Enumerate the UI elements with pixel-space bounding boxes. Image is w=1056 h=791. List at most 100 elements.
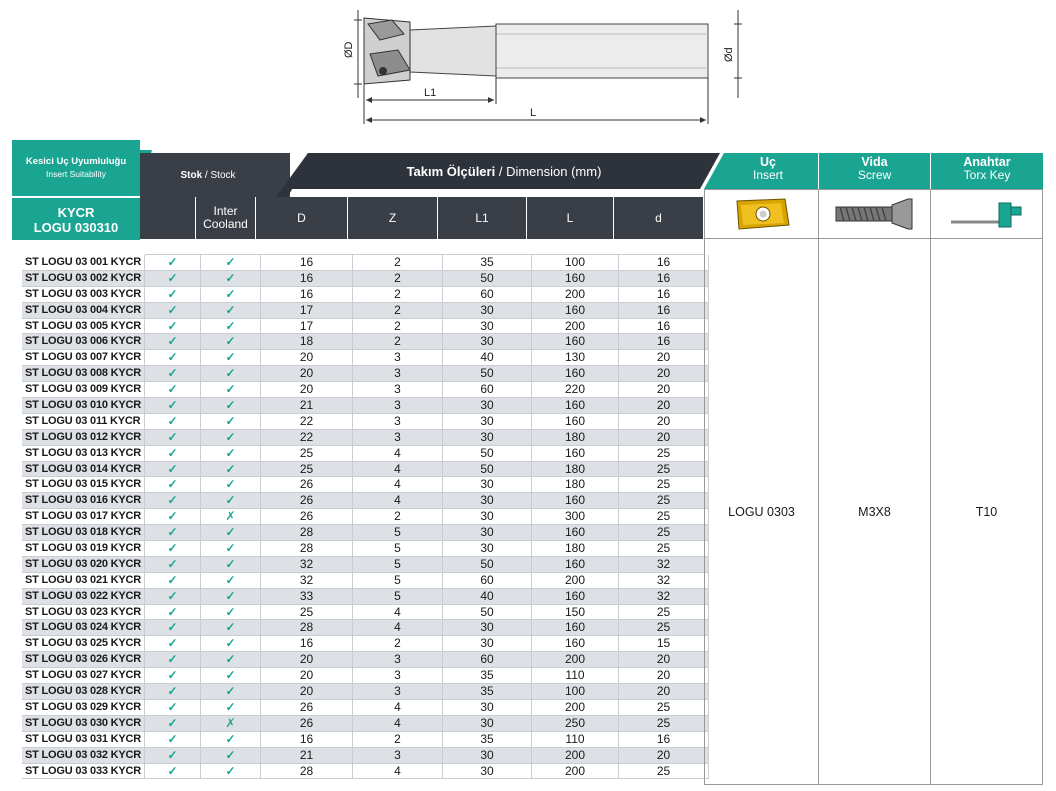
cell-d: 25 xyxy=(619,763,709,780)
cell-L: 250 xyxy=(532,715,619,732)
cell-L1: 30 xyxy=(443,509,532,526)
cell-Z: 4 xyxy=(353,620,443,637)
stock-cell: ✓ xyxy=(145,350,201,367)
stock-cell: ✓ xyxy=(145,715,201,732)
series-line1: KYCR xyxy=(57,205,95,220)
cell-L: 200 xyxy=(532,699,619,716)
cell-D: 16 xyxy=(261,636,353,653)
cell-d: 15 xyxy=(619,636,709,653)
col-cooland: Inter Cooland xyxy=(196,197,256,239)
cell-Z: 3 xyxy=(353,398,443,414)
table-row: ST LOGU 03 012 KYCR ✓ ✓ 22 3 30 180 20 xyxy=(22,429,709,446)
product-code: ST LOGU 03 011 KYCR xyxy=(22,413,145,430)
cell-L1: 30 xyxy=(443,699,532,716)
label-L1: L1 xyxy=(424,87,436,99)
table-top-spacer xyxy=(145,239,704,255)
product-code: ST LOGU 03 026 KYCR xyxy=(22,652,145,669)
table-row: ST LOGU 03 004 KYCR ✓ ✓ 17 2 30 160 16 xyxy=(22,302,709,319)
cell-L1: 30 xyxy=(443,334,532,351)
series-line2: LOGU 030310 xyxy=(33,220,119,235)
cooland-cell: ✓ xyxy=(201,302,261,319)
stock-cell: ✓ xyxy=(145,652,201,669)
cell-d: 20 xyxy=(619,382,709,399)
table-row: ST LOGU 03 021 KYCR ✓ ✓ 32 5 60 200 32 xyxy=(22,572,709,589)
cell-d: 16 xyxy=(619,255,709,271)
table-row: ST LOGU 03 025 KYCR ✓ ✓ 16 2 30 160 15 xyxy=(22,636,709,653)
cell-D: 20 xyxy=(261,350,353,367)
cell-d: 20 xyxy=(619,429,709,446)
insert-en: Insert xyxy=(752,168,783,182)
cooland-cell: ✓ xyxy=(201,350,261,367)
cell-Z: 2 xyxy=(353,302,443,319)
cell-D: 28 xyxy=(261,525,353,542)
product-code: ST LOGU 03 012 KYCR xyxy=(22,429,145,446)
product-code: ST LOGU 03 002 KYCR xyxy=(22,270,145,287)
cell-D: 26 xyxy=(261,699,353,716)
cell-L1: 50 xyxy=(443,270,532,287)
cell-Z: 3 xyxy=(353,429,443,446)
stock-cell: ✓ xyxy=(145,525,201,542)
insert-value: LOGU 0303 xyxy=(704,239,819,785)
cell-Z: 3 xyxy=(353,366,443,383)
cooland-cell: ✓ xyxy=(201,668,261,685)
cell-Z: 4 xyxy=(353,715,443,732)
table-row: ST LOGU 03 023 KYCR ✓ ✓ 25 4 50 150 25 xyxy=(22,604,709,621)
cell-Z: 3 xyxy=(353,413,443,430)
cell-L: 100 xyxy=(532,684,619,700)
table-row: ST LOGU 03 010 KYCR ✓ ✓ 21 3 30 160 20 xyxy=(22,398,709,414)
key-value: T10 xyxy=(930,239,1043,785)
cooland-cell: ✓ xyxy=(201,270,261,287)
cooland-cell: ✓ xyxy=(201,255,261,271)
cell-Z: 3 xyxy=(353,350,443,367)
screw-en: Screw xyxy=(857,168,892,182)
cell-d: 20 xyxy=(619,747,709,764)
product-code: ST LOGU 03 029 KYCR xyxy=(22,699,145,716)
cell-L: 180 xyxy=(532,541,619,557)
col-L: L xyxy=(527,197,614,239)
col-stock xyxy=(140,197,196,239)
cell-D: 28 xyxy=(261,763,353,780)
stock-cell: ✓ xyxy=(145,302,201,319)
cell-L1: 50 xyxy=(443,461,532,478)
table-row: ST LOGU 03 031 KYCR ✓ ✓ 16 2 35 110 16 xyxy=(22,731,709,748)
suitability-title: Kesici Uç Uyumluluğu xyxy=(25,156,127,167)
cooland-cell: ✓ xyxy=(201,684,261,700)
insert-image xyxy=(704,189,819,239)
table-row: ST LOGU 03 024 KYCR ✓ ✓ 28 4 30 160 25 xyxy=(22,620,709,637)
cell-L1: 30 xyxy=(443,620,532,637)
table-row: ST LOGU 03 016 KYCR ✓ ✓ 26 4 30 160 25 xyxy=(22,493,709,510)
cell-L1: 50 xyxy=(443,556,532,573)
cooland-cell: ✓ xyxy=(201,334,261,351)
product-code: ST LOGU 03 017 KYCR xyxy=(22,509,145,526)
stock-cell: ✓ xyxy=(145,747,201,764)
table-row: ST LOGU 03 003 KYCR ✓ ✓ 16 2 60 200 16 xyxy=(22,286,709,303)
cell-d: 16 xyxy=(619,302,709,319)
cell-L: 160 xyxy=(532,588,619,605)
cell-d: 25 xyxy=(619,461,709,478)
cell-D: 32 xyxy=(261,572,353,589)
stock-cell: ✓ xyxy=(145,493,201,510)
cell-d: 32 xyxy=(619,588,709,605)
stock-cell: ✓ xyxy=(145,318,201,335)
col-d: d xyxy=(614,197,704,239)
stock-tr: Stok xyxy=(180,169,203,181)
product-code: ST LOGU 03 004 KYCR xyxy=(22,302,145,319)
cooland-cell: ✓ xyxy=(201,541,261,557)
cell-D: 21 xyxy=(261,747,353,764)
cooland-cell: ✓ xyxy=(201,429,261,446)
product-code: ST LOGU 03 013 KYCR xyxy=(22,445,145,462)
cell-L1: 30 xyxy=(443,398,532,414)
stock-cell: ✓ xyxy=(145,461,201,478)
cell-d: 20 xyxy=(619,413,709,430)
tool-drawing: ØD Ød L1 L xyxy=(343,10,742,124)
cell-L1: 30 xyxy=(443,525,532,542)
cell-L1: 50 xyxy=(443,366,532,383)
cell-Z: 5 xyxy=(353,541,443,557)
cell-L1: 30 xyxy=(443,715,532,732)
table-row: ST LOGU 03 027 KYCR ✓ ✓ 20 3 35 110 20 xyxy=(22,668,709,685)
cooland-cell: ✓ xyxy=(201,318,261,335)
cell-L: 130 xyxy=(532,350,619,367)
stock-cell: ✓ xyxy=(145,556,201,573)
cell-L1: 35 xyxy=(443,684,532,700)
stock-cell: ✓ xyxy=(145,668,201,685)
